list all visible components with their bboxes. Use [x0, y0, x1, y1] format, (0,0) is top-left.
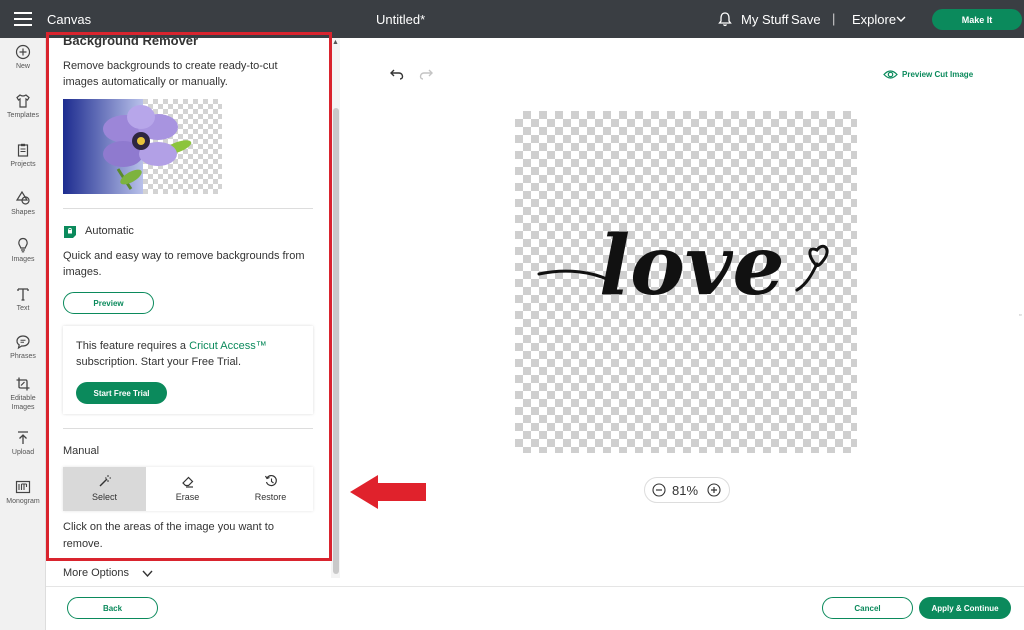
make-it-button[interactable]: Make It [932, 9, 1022, 30]
erase-tool-button[interactable]: Erase [146, 467, 229, 511]
shapes-icon [15, 190, 30, 205]
sidebar-item-phrases[interactable]: Phrases [0, 334, 46, 361]
section-divider [63, 208, 313, 209]
speech-bubble-icon [16, 335, 30, 350]
editable-image-icon [16, 377, 30, 391]
sidebar-item-label: Projects [10, 161, 36, 168]
sidebar-item-shapes[interactable]: Shapes [0, 190, 46, 217]
text-icon [17, 288, 29, 301]
panel-description: Remove backgrounds to create ready-to-cu… [63, 60, 278, 88]
plus-circle-icon [15, 44, 31, 60]
automatic-badge-icon [64, 226, 76, 238]
sidebar-item-text[interactable]: Text [0, 286, 46, 313]
topbar-divider: | [832, 11, 836, 26]
panel-title: Background Remover [63, 33, 199, 48]
left-sidebar: New Templates Projects Shapes Images Tex… [0, 38, 46, 630]
sidebar-item-images[interactable]: Images [0, 237, 46, 264]
back-button[interactable]: Back [67, 597, 158, 619]
flower-preview-image [63, 99, 222, 194]
sidebar-item-label: Text [16, 305, 30, 312]
sidebar-item-upload[interactable]: Upload [0, 430, 46, 457]
cricut-access-link[interactable]: Cricut Access™ [189, 340, 267, 352]
sidebar-item-label: New [15, 63, 30, 70]
shirt-icon [16, 94, 30, 108]
sidebar-item-projects[interactable]: Projects [0, 142, 46, 169]
apply-continue-button[interactable]: Apply & Continue [919, 597, 1011, 619]
sidebar-item-templates[interactable]: Templates [0, 93, 46, 120]
monogram-icon [15, 480, 31, 494]
chevron-down-icon[interactable] [142, 569, 153, 578]
sidebar-item-label: Phrases [10, 353, 36, 360]
manual-tools: Select Erase Restore [63, 467, 313, 511]
tool-label: Restore [254, 492, 287, 502]
tool-label: Select [91, 492, 117, 502]
select-tool-button[interactable]: Select [63, 467, 146, 511]
eye-icon[interactable] [883, 69, 898, 80]
save-button[interactable]: Save [791, 12, 821, 27]
my-stuff-link[interactable]: My Stuff [741, 12, 788, 27]
zoom-in-icon[interactable] [707, 483, 721, 497]
love-artwork: love [537, 218, 829, 310]
hamburger-menu-icon[interactable] [14, 12, 32, 26]
sidebar-item-label: Templates [7, 112, 39, 119]
clipboard-icon [17, 143, 29, 157]
automatic-label: Automatic [85, 225, 134, 237]
automatic-description: Quick and easy way to remove backgrounds… [63, 250, 305, 278]
manual-description: Click on the areas of the image you want… [63, 521, 274, 550]
access-text-before: This feature requires a [76, 340, 190, 352]
sidebar-item-label: Editable Images [10, 395, 36, 411]
love-text: love [599, 218, 785, 310]
lightbulb-icon [18, 237, 28, 253]
upload-icon [18, 431, 28, 444]
section-divider [63, 428, 313, 429]
sidebar-item-monogram[interactable]: Monogram [0, 479, 46, 506]
chevron-down-icon[interactable] [896, 14, 906, 24]
explore-menu[interactable]: Explore [852, 12, 896, 27]
right-edge-marker: ▫ [1019, 312, 1022, 319]
document-title[interactable]: Untitled* [376, 12, 425, 27]
restore-history-icon [264, 474, 277, 487]
access-message: This feature requires a Cricut Access™ s… [76, 338, 306, 370]
access-text-after: subscription. Start your Free Trial. [76, 356, 242, 368]
sidebar-item-label: Shapes [11, 209, 35, 216]
sidebar-item-label: Upload [11, 449, 35, 456]
manual-label: Manual [63, 445, 100, 457]
zoom-out-icon[interactable] [652, 483, 666, 497]
start-free-trial-button[interactable]: Start Free Trial [76, 382, 167, 404]
sidebar-item-label: Monogram [6, 498, 40, 505]
undo-icon[interactable] [390, 68, 404, 80]
sidebar-item-new[interactable]: New [0, 44, 46, 71]
tool-label: Erase [175, 492, 200, 502]
zoom-level: 81% [672, 483, 699, 498]
more-options-toggle[interactable]: More Options [63, 567, 129, 579]
cancel-button[interactable]: Cancel [822, 597, 913, 619]
preview-cut-image-button[interactable]: Preview Cut Image [902, 70, 973, 79]
access-info-card: This feature requires a Cricut Access™ s… [63, 326, 313, 414]
app-title: Canvas [47, 12, 92, 27]
sidebar-item-label: Images [11, 256, 35, 263]
zoom-control: 81% [644, 477, 730, 503]
bell-icon[interactable] [717, 11, 733, 27]
restore-tool-button[interactable]: Restore [229, 467, 312, 511]
panel-scrollbar-thumb[interactable] [333, 108, 339, 574]
sidebar-item-editable-images[interactable]: Editable Images [0, 376, 46, 412]
redo-icon[interactable] [419, 68, 433, 80]
magic-wand-icon [99, 475, 111, 487]
scroll-up-arrow-icon[interactable]: ▲ [331, 39, 340, 46]
eraser-icon [181, 476, 193, 488]
preview-button[interactable]: Preview [63, 292, 154, 314]
red-arrow-annotation [350, 475, 426, 509]
